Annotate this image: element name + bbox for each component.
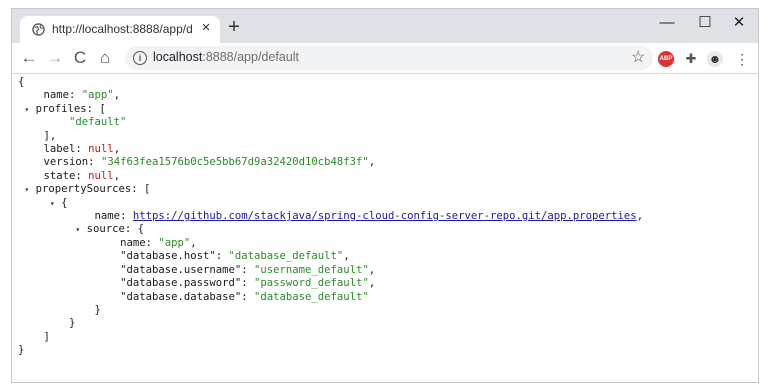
globe-icon — [32, 23, 45, 36]
json-key: label — [43, 143, 76, 156]
json-key: "database.host" — [120, 250, 216, 263]
json-key: state — [43, 169, 76, 182]
json-string: "app" — [158, 236, 191, 249]
url-text[interactable]: localhost:8888/app/default — [153, 50, 299, 64]
minimize-button[interactable]: — — [652, 12, 682, 34]
back-button[interactable]: ← — [19, 48, 39, 68]
collapse-triangle-icon[interactable]: ▾ — [75, 225, 80, 234]
json-string: "database_default" — [254, 290, 369, 303]
collapse-triangle-icon[interactable]: ▾ — [24, 105, 29, 114]
tab-title: http://localhost:8888/app/defaul — [52, 22, 192, 36]
json-key: profiles — [35, 102, 87, 115]
page-content: { name: "app", ▾ profiles: [ "default" ]… — [12, 74, 758, 382]
reload-button[interactable]: C — [70, 48, 90, 68]
json-string: "app" — [81, 89, 114, 102]
json-key: "database.username" — [120, 263, 242, 276]
browser-tab[interactable]: http://localhost:8888/app/defaul × — [20, 16, 220, 43]
tab-strip: http://localhost:8888/app/defaul × + — ☐… — [12, 9, 758, 43]
json-string: "34f63fea1576b0c5e5bb67d9a32420d10cb48f3… — [100, 156, 369, 169]
json-string: "database_default" — [228, 250, 344, 263]
json-key: version — [43, 156, 89, 169]
info-icon[interactable]: i — [133, 51, 147, 65]
new-tab-button[interactable]: + — [224, 17, 244, 38]
menu-kebab-icon[interactable]: ⋮ — [734, 51, 750, 67]
bookmark-star-icon[interactable]: ☆ — [631, 48, 645, 68]
json-key: propertySources — [35, 183, 132, 196]
toolbar: ← → C ⌂ i localhost:8888/app/default ☆ A… — [12, 43, 758, 74]
address-bar[interactable]: i localhost:8888/app/default ☆ — [125, 46, 653, 70]
json-key: "database.database" — [120, 290, 242, 303]
json-string: "username_default" — [254, 263, 369, 276]
home-button[interactable]: ⌂ — [95, 48, 115, 68]
adblock-icon[interactable]: ABP — [658, 51, 674, 67]
json-key: "database.password" — [120, 277, 242, 290]
close-window-button[interactable]: ✕ — [724, 12, 754, 34]
json-null: null — [88, 143, 114, 156]
browser-window: http://localhost:8888/app/defaul × + — ☐… — [11, 8, 759, 383]
tab-close-icon[interactable]: × — [198, 20, 214, 36]
json-string: "default" — [69, 116, 127, 129]
maximize-button[interactable]: ☐ — [690, 12, 720, 34]
json-key: name — [94, 210, 121, 223]
json-key: name — [43, 89, 70, 102]
forward-button[interactable]: → — [45, 48, 65, 68]
json-null: null — [88, 169, 114, 182]
json-viewer: { name: "app", ▾ profiles: [ "default" ]… — [18, 76, 644, 357]
collapse-triangle-icon[interactable]: ▾ — [50, 199, 55, 208]
json-key: source — [86, 223, 125, 236]
profile-avatar-icon[interactable]: ☻ — [707, 51, 723, 67]
json-link[interactable]: https://github.com/stackjava/spring-clou… — [133, 210, 637, 222]
json-string: "password_default" — [254, 277, 369, 290]
extensions-puzzle-icon[interactable]: ✚ — [683, 51, 699, 67]
json-key: name — [120, 236, 146, 249]
collapse-triangle-icon[interactable]: ▾ — [24, 185, 29, 194]
